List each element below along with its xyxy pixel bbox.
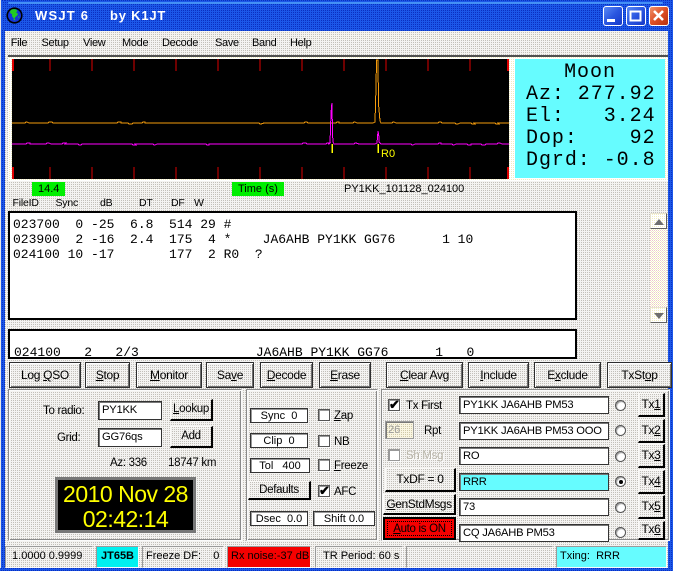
svg-text:R0: R0	[381, 148, 395, 160]
